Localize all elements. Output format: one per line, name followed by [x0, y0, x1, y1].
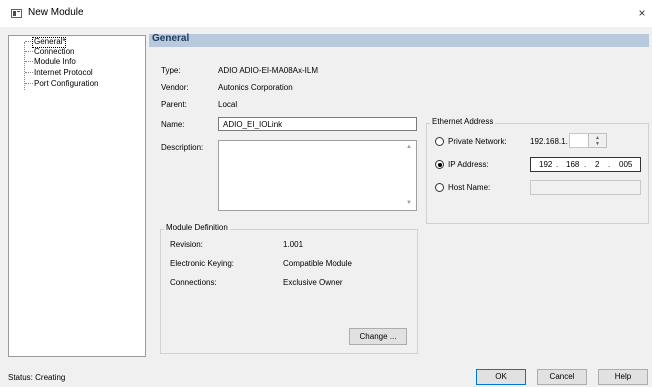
- section-title: General: [152, 33, 190, 44]
- ip-address-input[interactable]: 192 . 168 . 2 . 005: [530, 157, 641, 172]
- host-name-input[interactable]: [530, 180, 641, 195]
- tree-item-internet-protocol[interactable]: Internet Protocol: [34, 68, 93, 77]
- name-input[interactable]: ADIO_EI_IOLink: [218, 117, 417, 131]
- tree-item-port-configuration[interactable]: Port Configuration: [34, 79, 98, 88]
- change-button[interactable]: Change ...: [349, 328, 407, 345]
- ip-octet-1: 192: [539, 160, 553, 169]
- description-label: Description:: [161, 143, 204, 152]
- chevron-down-icon[interactable]: ▼: [406, 200, 412, 206]
- electronic-keying-label: Electronic Keying:: [170, 259, 235, 268]
- name-label: Name:: [161, 120, 185, 129]
- module-window-icon: [11, 9, 22, 18]
- ip-dot-2: .: [584, 160, 587, 169]
- revision-value: 1.001: [283, 240, 304, 249]
- ip-address-label: IP Address:: [448, 160, 489, 169]
- connections-label: Connections:: [170, 278, 217, 287]
- window-title: New Module: [28, 7, 84, 18]
- help-button[interactable]: Help: [598, 369, 648, 385]
- host-name-label: Host Name:: [448, 183, 491, 192]
- ip-address-radio[interactable]: [435, 160, 444, 169]
- private-network-label: Private Network:: [448, 137, 507, 146]
- electronic-keying-value: Compatible Module: [283, 259, 352, 268]
- category-tree: General* Connection Module Info Internet…: [8, 35, 146, 357]
- ip-dot-1: .: [556, 160, 559, 169]
- module-definition-title: Module Definition: [164, 223, 230, 232]
- ip-octet-2: 168: [566, 160, 580, 169]
- cancel-button[interactable]: Cancel: [537, 369, 587, 385]
- description-scrollbar[interactable]: ▲ ▼: [402, 141, 416, 210]
- private-network-radio[interactable]: [435, 137, 444, 146]
- tree-item-general[interactable]: General*: [34, 37, 66, 46]
- description-textarea[interactable]: ▲ ▼: [218, 140, 417, 211]
- host-name-radio[interactable]: [435, 183, 444, 192]
- type-label: Type:: [161, 66, 181, 75]
- private-network-input[interactable]: [569, 133, 589, 148]
- close-icon[interactable]: ×: [634, 4, 650, 22]
- tree-item-connection[interactable]: Connection: [34, 47, 74, 56]
- revision-label: Revision:: [170, 240, 203, 249]
- chevron-up-icon[interactable]: ▲: [406, 144, 412, 150]
- ethernet-address-title: Ethernet Address: [430, 117, 496, 126]
- tree-item-module-info[interactable]: Module Info: [34, 57, 76, 66]
- vendor-value: Autonics Corporation: [218, 83, 293, 92]
- status-text: Status: Creating: [8, 373, 66, 382]
- ok-button[interactable]: OK: [476, 369, 526, 385]
- connections-value: Exclusive Owner: [283, 278, 343, 287]
- private-network-prefix: 192.168.1.: [530, 137, 568, 146]
- ip-dot-3: .: [608, 160, 611, 169]
- title-bar: New Module ×: [0, 0, 652, 27]
- ip-octet-3: 2: [595, 160, 600, 169]
- spin-down-icon[interactable]: ▼: [595, 141, 600, 147]
- parent-label: Parent:: [161, 100, 187, 109]
- vendor-label: Vendor:: [161, 83, 189, 92]
- private-network-spinner[interactable]: ▲ ▼: [588, 133, 607, 148]
- parent-value: Local: [218, 100, 238, 109]
- name-input-value: ADIO_EI_IOLink: [223, 120, 283, 129]
- section-header-bar: [149, 34, 649, 47]
- ip-octet-4: 005: [619, 160, 633, 169]
- type-value: ADIO ADIO-EI-MA08Ax-ILM: [218, 66, 319, 75]
